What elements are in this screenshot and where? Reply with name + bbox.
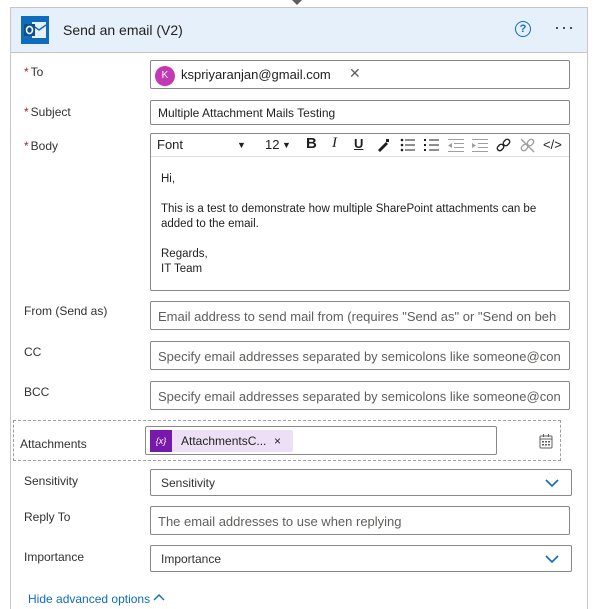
to-label: * To: [24, 65, 44, 79]
body-line: IT Team: [161, 263, 203, 275]
sensitivity-label: Sensitivity: [24, 474, 79, 488]
bold-button[interactable]: B: [306, 135, 317, 152]
font-size-select[interactable]: 12: [265, 137, 279, 152]
card-title: Send an email (V2): [63, 22, 183, 38]
code-view-button[interactable]: </>: [543, 137, 562, 152]
highlight-icon[interactable]: [376, 138, 390, 152]
importance-value: Importance: [161, 552, 222, 566]
hide-advanced-options-link[interactable]: Hide advanced options: [28, 592, 165, 606]
attachments-field[interactable]: {x} AttachmentsC... ×: [145, 426, 497, 455]
body-line: This is a test to demonstrate how multip…: [161, 203, 537, 215]
subject-field[interactable]: Multiple Attachment Mails Testing: [150, 100, 570, 125]
remove-recipient-icon[interactable]: ✕: [349, 65, 361, 82]
italic-button[interactable]: I: [332, 135, 337, 152]
body-editor[interactable]: Font ▼ 12 ▼ B I U </> Hi, This is a test…: [150, 133, 570, 291]
to-field[interactable]: K kspriyaranjan@gmail.com ✕: [150, 60, 570, 89]
chevron-down-icon: [545, 479, 559, 488]
outdent-icon[interactable]: [448, 138, 464, 152]
from-placeholder: Email address to send mail from (require…: [158, 309, 557, 324]
hide-advanced-label: Hide advanced options: [28, 592, 151, 606]
reply-to-field[interactable]: The email addresses to use when replying: [150, 506, 570, 535]
indent-icon[interactable]: [472, 138, 488, 152]
bullet-list-icon[interactable]: [400, 138, 416, 152]
body-line: added to the email.: [161, 218, 259, 230]
subject-value: Multiple Attachment Mails Testing: [158, 106, 336, 120]
underline-button[interactable]: U: [354, 136, 363, 151]
array-switch-icon[interactable]: [538, 433, 554, 449]
sensitivity-value: Sensitivity: [161, 476, 216, 490]
link-icon[interactable]: [496, 138, 511, 153]
body-line: Regards,: [161, 248, 208, 260]
body-line: [161, 232, 536, 247]
card-header[interactable]: Send an email (V2) ? ···: [11, 8, 587, 53]
font-caret-icon[interactable]: ▼: [237, 140, 246, 150]
attachments-row: Attachments {x} AttachmentsC... ×: [13, 420, 561, 461]
attachments-label: Attachments: [20, 437, 87, 451]
bcc-placeholder: Specify email addresses separated by sem…: [158, 389, 561, 404]
help-icon[interactable]: ?: [515, 21, 531, 37]
reply-to-label: Reply To: [24, 510, 71, 524]
connector-caret: [292, 0, 302, 5]
outlook-icon: [21, 16, 49, 44]
size-caret-icon[interactable]: ▼: [282, 140, 291, 150]
importance-label: Importance: [24, 550, 85, 564]
expression-icon: {x}: [150, 430, 172, 452]
chip-label: AttachmentsC...: [181, 434, 267, 448]
chevron-up-icon: [153, 594, 165, 601]
body-content: Hi, This is a test to demonstrate how mu…: [161, 172, 536, 277]
dynamic-content-chip[interactable]: {x} AttachmentsC... ×: [150, 430, 293, 452]
chip-remove-icon[interactable]: ×: [274, 434, 281, 448]
body-line: [161, 187, 536, 202]
from-label: From (Send as): [24, 304, 108, 318]
font-select[interactable]: Font: [157, 137, 183, 152]
cc-label: CC: [24, 345, 42, 359]
subject-label: * Subject: [24, 105, 71, 119]
from-field[interactable]: Email address to send mail from (require…: [150, 301, 570, 330]
body-label: * Body: [24, 139, 59, 153]
bcc-field[interactable]: Specify email addresses separated by sem…: [150, 381, 570, 410]
body-line: Hi,: [161, 173, 176, 185]
to-recipient: kspriyaranjan@gmail.com: [181, 67, 331, 82]
chevron-down-icon: [545, 555, 559, 564]
sensitivity-dropdown[interactable]: Sensitivity: [150, 469, 572, 496]
unlink-icon[interactable]: [520, 138, 535, 153]
numbered-list-icon[interactable]: [424, 138, 440, 152]
action-card: Send an email (V2) ? ··· * To K kspriyara…: [10, 7, 588, 609]
reply-to-placeholder: The email addresses to use when replying: [158, 514, 402, 529]
avatar: K: [155, 66, 175, 86]
body-toolbar: Font ▼ 12 ▼ B I U </>: [151, 134, 569, 157]
cc-placeholder: Specify email addresses separated by sem…: [158, 349, 561, 364]
more-options-icon[interactable]: ···: [554, 17, 575, 38]
cc-field[interactable]: Specify email addresses separated by sem…: [150, 341, 570, 370]
importance-dropdown[interactable]: Importance: [150, 545, 572, 572]
bcc-label: BCC: [24, 385, 50, 399]
